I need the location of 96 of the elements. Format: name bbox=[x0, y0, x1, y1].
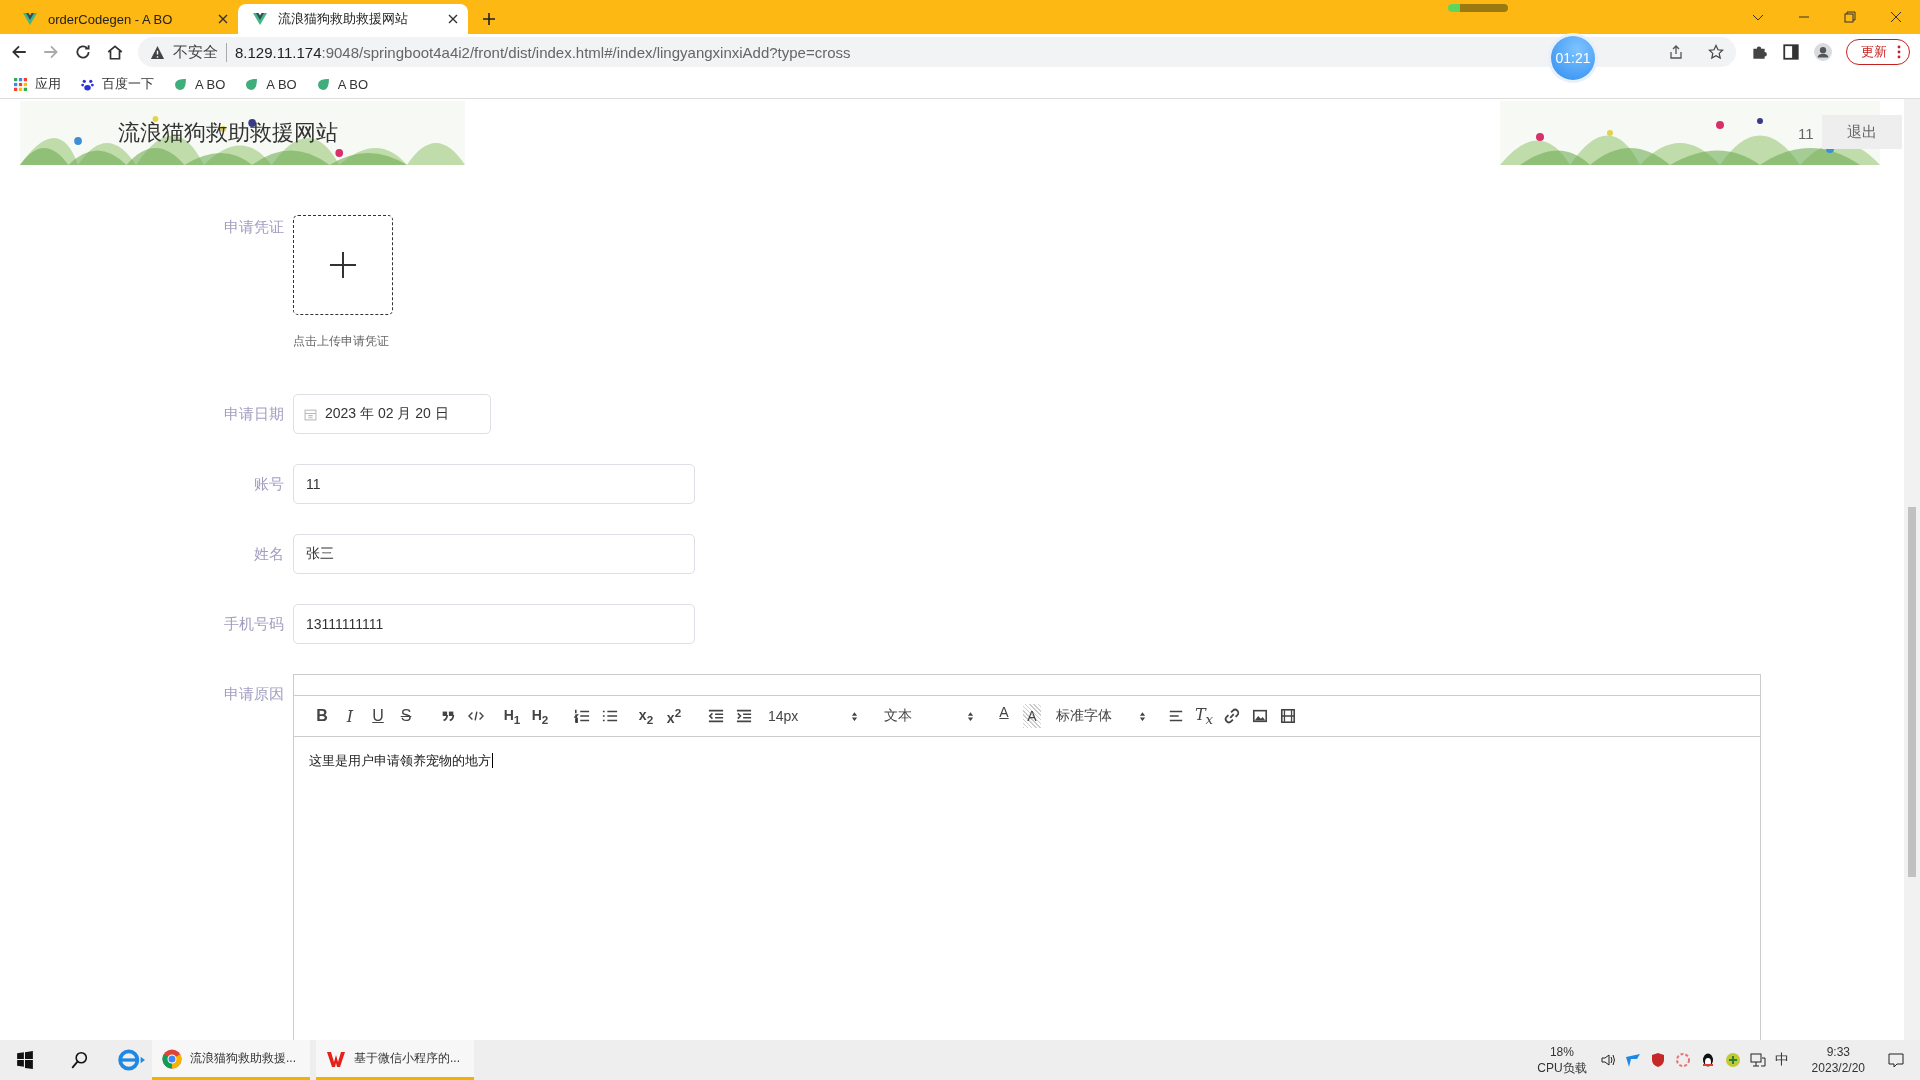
search-icon[interactable] bbox=[70, 1051, 88, 1069]
update-button[interactable]: 更新 bbox=[1846, 39, 1910, 65]
link-icon[interactable] bbox=[1224, 708, 1240, 724]
upload-box[interactable] bbox=[293, 215, 393, 315]
plus-circle-icon[interactable] bbox=[1724, 1052, 1741, 1068]
strikethrough-button[interactable]: S bbox=[392, 704, 420, 728]
username: 11 bbox=[1798, 124, 1814, 142]
clock-date: 2023/2/20 bbox=[1811, 1060, 1865, 1076]
form-label: 姓名 bbox=[253, 544, 284, 564]
chrome-icon bbox=[162, 1048, 182, 1069]
bookmark[interactable]: A BO bbox=[316, 76, 369, 92]
progress-pill bbox=[1448, 4, 1508, 12]
heading-button[interactable]: H$_{2}$ bbox=[526, 704, 554, 728]
clock-time: 9:33 bbox=[1826, 1044, 1850, 1060]
outdent-icon[interactable] bbox=[708, 708, 724, 724]
code-icon[interactable] bbox=[468, 708, 484, 724]
browser-tab[interactable]: orderCodegen - A BO bbox=[8, 4, 238, 34]
browser-tab[interactable]: 流浪猫狗救助救援网站 bbox=[238, 4, 468, 34]
vue-logo-icon bbox=[22, 11, 38, 27]
input-field[interactable]: 11 bbox=[293, 464, 695, 504]
bookmark[interactable]: A BO bbox=[245, 76, 297, 92]
calendar-icon bbox=[304, 407, 317, 421]
toolbar-dropdown[interactable]: 文本 bbox=[874, 704, 984, 728]
editor-area[interactable]: 这里是用户申请领养宠物的地方 bbox=[294, 737, 1760, 1040]
video-icon[interactable] bbox=[1280, 708, 1296, 724]
url-text: 8.129.11.174:9048/springboot4a4i2/front/dist/index.html#/index/lingyangxinxiAdd?type=cross bbox=[235, 43, 851, 61]
share-icon[interactable] bbox=[1668, 44, 1684, 60]
network-icon[interactable] bbox=[1749, 1052, 1766, 1068]
paw-icon bbox=[81, 77, 94, 91]
italic-button[interactable]: I bbox=[336, 704, 364, 728]
close-icon[interactable] bbox=[1890, 11, 1902, 23]
site-title: 流浪猫狗救助救援网站 bbox=[118, 119, 338, 147]
form-label: 申请日期 bbox=[223, 404, 284, 424]
form-label: 申请凭证 bbox=[223, 217, 284, 237]
close-icon[interactable] bbox=[218, 14, 228, 24]
script-button[interactable]: x$^{2}$ bbox=[660, 704, 688, 728]
speaker-icon[interactable] bbox=[1599, 1052, 1616, 1068]
input-field[interactable]: 13111111111 bbox=[293, 604, 695, 644]
taskbar-app[interactable]: 流浪猫狗救助救援... bbox=[152, 1040, 310, 1080]
input-field[interactable]: 张三 bbox=[293, 534, 695, 574]
browser-e-icon[interactable] bbox=[118, 1049, 146, 1071]
profile-icon[interactable] bbox=[1814, 43, 1832, 61]
leaf-logo-icon bbox=[174, 77, 187, 91]
align-icon[interactable] bbox=[1168, 708, 1184, 724]
indent-icon[interactable] bbox=[736, 708, 752, 724]
date-field[interactable]: 2023 年 02 月 20 日 bbox=[293, 394, 491, 434]
upload-hint: 点击上传申请凭证 bbox=[293, 333, 390, 350]
input-method[interactable]: 中 bbox=[1774, 1051, 1789, 1069]
heading-button[interactable]: H$_{1}$ bbox=[498, 704, 526, 728]
toolbar-dropdown[interactable]: 14px bbox=[758, 704, 868, 728]
notification-icon[interactable] bbox=[1888, 1052, 1904, 1068]
warning-icon bbox=[150, 44, 165, 60]
vue-logo-icon bbox=[252, 11, 268, 27]
bold-button[interactable]: B bbox=[308, 704, 336, 728]
editor-text: 这里是用户申请领养宠物的地方 bbox=[309, 753, 493, 768]
bookmark[interactable]: 应用 bbox=[14, 75, 61, 93]
arrow-app-icon[interactable] bbox=[1624, 1052, 1641, 1068]
side-panel-icon[interactable] bbox=[1782, 43, 1800, 61]
form-label: 手机号码 bbox=[223, 614, 284, 634]
script-button[interactable]: x$_{2}$ bbox=[632, 704, 660, 728]
text-color-button[interactable]: A bbox=[990, 704, 1018, 728]
windows-start-icon[interactable] bbox=[16, 1051, 34, 1069]
shield-icon[interactable] bbox=[1649, 1052, 1666, 1068]
form-label: 申请原因 bbox=[223, 684, 284, 704]
close-icon[interactable] bbox=[448, 14, 458, 24]
restore-icon[interactable] bbox=[1844, 11, 1856, 23]
clear-format-button[interactable]: T$_{x}$ bbox=[1190, 704, 1218, 728]
underline-button[interactable]: U bbox=[364, 704, 392, 728]
form-label: 账号 bbox=[253, 474, 284, 494]
reload-icon[interactable] bbox=[74, 43, 92, 61]
security-label: 不安全 bbox=[173, 42, 227, 62]
scrollbar[interactable] bbox=[1904, 99, 1920, 1040]
logout-button[interactable]: 退出 bbox=[1822, 115, 1902, 149]
background-color-button[interactable]: A bbox=[1023, 704, 1041, 728]
back-icon[interactable] bbox=[10, 43, 28, 61]
bookmark[interactable]: A BO bbox=[174, 76, 226, 92]
home-icon[interactable] bbox=[106, 43, 124, 61]
bookmark[interactable]: 百度一下 bbox=[81, 75, 154, 93]
plus-icon bbox=[329, 251, 357, 279]
bullet-list-icon[interactable] bbox=[602, 708, 618, 724]
leaf-logo-icon bbox=[245, 77, 259, 91]
apps-grid-icon bbox=[14, 77, 27, 91]
ordered-list-icon[interactable] bbox=[574, 708, 590, 724]
toolbar-dropdown[interactable]: 标准字体 bbox=[1046, 704, 1156, 728]
new-tab-icon[interactable] bbox=[482, 12, 496, 26]
star-icon[interactable] bbox=[1708, 44, 1724, 60]
leaf-logo-icon bbox=[316, 77, 330, 91]
updown-icon bbox=[967, 710, 974, 722]
timer-bubble: 01:21 bbox=[1551, 36, 1595, 80]
image-icon[interactable] bbox=[1252, 708, 1268, 724]
updown-icon bbox=[1139, 710, 1146, 722]
more-icon[interactable] bbox=[1897, 45, 1901, 59]
cpu-percent: 18% bbox=[1549, 1044, 1574, 1060]
cpu-label: CPU负载 bbox=[1537, 1060, 1587, 1076]
taskbar-app[interactable]: 基于微信小程序的... bbox=[316, 1040, 474, 1080]
updown-icon bbox=[851, 710, 858, 722]
